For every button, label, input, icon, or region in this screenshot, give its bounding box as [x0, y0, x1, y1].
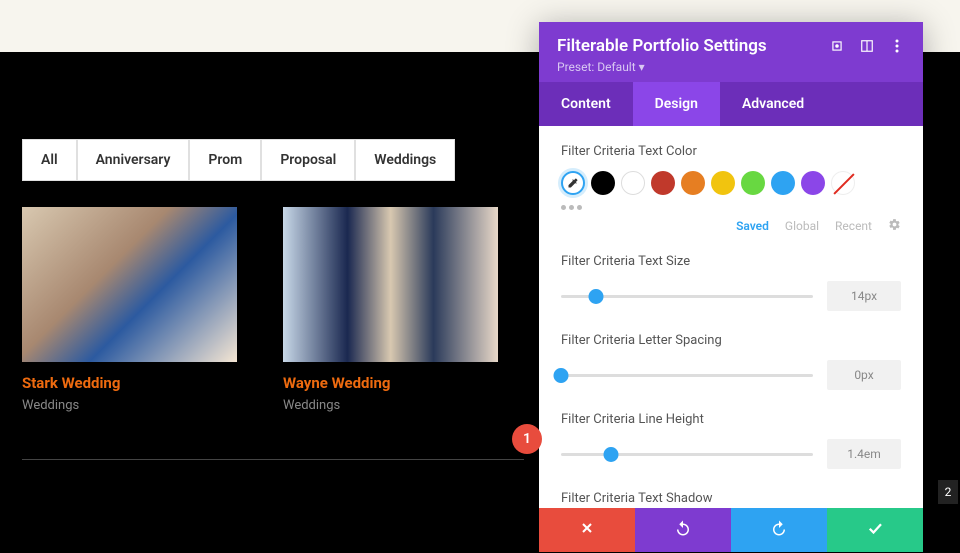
filter-tab-weddings[interactable]: Weddings: [355, 139, 455, 181]
color-swatch-white[interactable]: [621, 171, 645, 195]
preset-dropdown[interactable]: Preset: Default ▾: [557, 60, 905, 74]
line-height-input[interactable]: [827, 439, 901, 469]
line-height-control: Filter Criteria Line Height: [561, 412, 901, 469]
color-swatch-none[interactable]: [831, 171, 855, 195]
eyedropper-swatch[interactable]: [561, 171, 585, 195]
letter-spacing-slider[interactable]: [561, 374, 813, 377]
cancel-button[interactable]: [539, 508, 635, 552]
color-swatch-orange[interactable]: [681, 171, 705, 195]
color-swatch-purple[interactable]: [801, 171, 825, 195]
color-swatch-black[interactable]: [591, 171, 615, 195]
check-icon: [866, 519, 884, 542]
portfolio-title[interactable]: Wayne Wedding: [283, 374, 498, 392]
save-button[interactable]: [827, 508, 923, 552]
tab-advanced[interactable]: Advanced: [720, 82, 826, 126]
letter-spacing-label: Filter Criteria Letter Spacing: [561, 333, 901, 348]
text-shadow-label: Filter Criteria Text Shadow: [561, 491, 901, 506]
text-color-label: Filter Criteria Text Color: [561, 144, 901, 159]
undo-button[interactable]: [635, 508, 731, 552]
filter-tab-all[interactable]: All: [22, 139, 77, 181]
expand-icon[interactable]: [829, 38, 845, 54]
panel-header[interactable]: Filterable Portfolio Settings Preset: De…: [539, 22, 923, 82]
undo-icon: [674, 519, 692, 542]
color-swatches: [561, 171, 901, 195]
annotation-badge-2: 2: [938, 480, 958, 504]
filter-tab-anniversary[interactable]: Anniversary: [77, 139, 190, 181]
more-swatches-icon[interactable]: [561, 205, 901, 210]
portfolio-category: Weddings: [283, 398, 498, 413]
annotation-badge-1: 1: [512, 424, 542, 454]
gear-icon[interactable]: [888, 218, 901, 234]
line-height-label: Filter Criteria Line Height: [561, 412, 901, 427]
close-icon: [579, 520, 595, 541]
divider: [22, 459, 524, 460]
tab-design[interactable]: Design: [633, 82, 720, 126]
settings-panel: Filterable Portfolio Settings Preset: De…: [539, 22, 923, 552]
portfolio-title[interactable]: Stark Wedding: [22, 374, 237, 392]
global-link[interactable]: Global: [785, 219, 819, 233]
recent-link[interactable]: Recent: [835, 219, 872, 233]
color-source-row: Saved Global Recent: [561, 218, 901, 234]
color-swatch-red[interactable]: [651, 171, 675, 195]
kebab-menu-icon[interactable]: [889, 38, 905, 54]
color-swatch-yellow[interactable]: [711, 171, 735, 195]
text-size-slider[interactable]: [561, 295, 813, 298]
redo-button[interactable]: [731, 508, 827, 552]
portfolio-category: Weddings: [22, 398, 237, 413]
portfolio-thumbnail[interactable]: [22, 207, 237, 362]
portfolio-thumbnail[interactable]: [283, 207, 498, 362]
text-size-label: Filter Criteria Text Size: [561, 254, 901, 269]
chevron-down-icon: ▾: [639, 60, 645, 74]
color-swatch-green[interactable]: [741, 171, 765, 195]
filter-tab-proposal[interactable]: Proposal: [261, 139, 355, 181]
panel-footer: [539, 508, 923, 552]
text-size-input[interactable]: [827, 281, 901, 311]
portfolio-item[interactable]: Stark Wedding Weddings: [22, 207, 237, 413]
portfolio-filter-tabs: All Anniversary Prom Proposal Weddings: [22, 139, 455, 181]
text-size-control: Filter Criteria Text Size: [561, 254, 901, 311]
portfolio-grid: Stark Wedding Weddings Wayne Wedding Wed…: [22, 207, 498, 413]
panel-tabs: Content Design Advanced: [539, 82, 923, 126]
line-height-slider[interactable]: [561, 453, 813, 456]
snap-icon[interactable]: [859, 38, 875, 54]
panel-body[interactable]: Filter Criteria Text Color Saved Global …: [539, 126, 923, 508]
portfolio-item[interactable]: Wayne Wedding Weddings: [283, 207, 498, 413]
letter-spacing-control: Filter Criteria Letter Spacing: [561, 333, 901, 390]
color-swatch-blue[interactable]: [771, 171, 795, 195]
filter-tab-prom[interactable]: Prom: [189, 139, 261, 181]
panel-title: Filterable Portfolio Settings: [557, 36, 829, 56]
saved-link[interactable]: Saved: [736, 219, 769, 233]
letter-spacing-input[interactable]: [827, 360, 901, 390]
tab-content[interactable]: Content: [539, 82, 633, 126]
redo-icon: [770, 519, 788, 542]
